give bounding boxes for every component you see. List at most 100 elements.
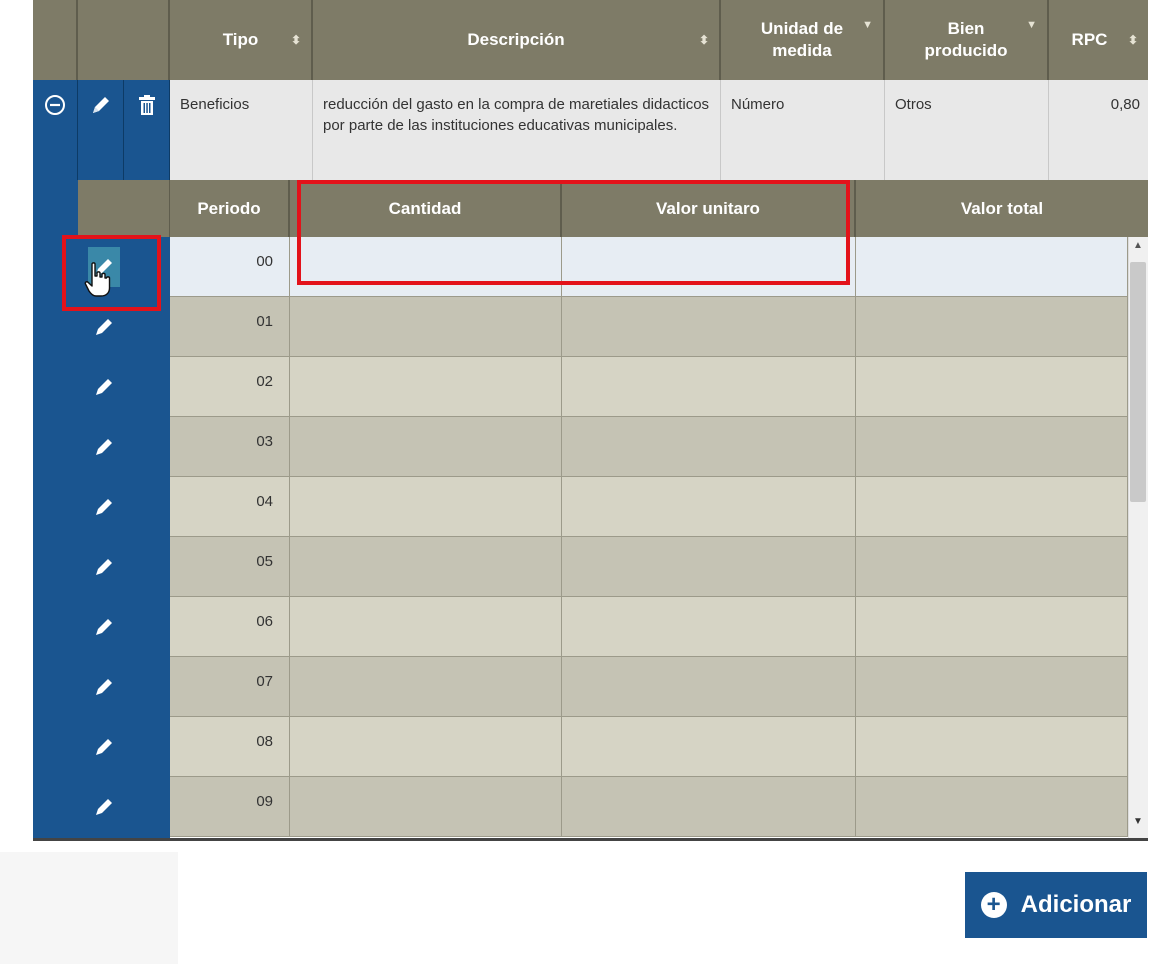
edit-period-button[interactable] xyxy=(78,357,170,417)
adicionar-button[interactable]: + Adicionar xyxy=(965,872,1147,938)
cell-cantidad[interactable] xyxy=(290,537,562,597)
sort-icon[interactable]: ⬍ xyxy=(1128,34,1138,46)
cell-cantidad[interactable] xyxy=(290,417,562,477)
edit-period-button[interactable] xyxy=(78,417,170,477)
pencil-button-wrap[interactable] xyxy=(88,727,120,767)
header-blank-2 xyxy=(78,0,170,80)
column-header-valor-total[interactable]: Valor total xyxy=(856,180,1148,237)
cell-cantidad[interactable] xyxy=(290,477,562,537)
cell-valor-total xyxy=(856,357,1128,417)
pencil-button-wrap[interactable] xyxy=(88,607,120,647)
sort-icon[interactable]: ⬍ xyxy=(699,34,709,46)
table-row[interactable]: 08 xyxy=(78,717,1128,777)
hand-cursor-icon xyxy=(84,262,111,297)
cell-periodo: 04 xyxy=(170,477,290,537)
plus-circle-icon: + xyxy=(980,892,1007,918)
cell-valor-total xyxy=(856,777,1128,837)
pencil-button-wrap[interactable] xyxy=(88,787,120,827)
cell-periodo: 05 xyxy=(170,537,290,597)
cell-valor-total xyxy=(856,657,1128,717)
table-row[interactable]: 04 xyxy=(78,477,1128,537)
cell-valor-unitario[interactable] xyxy=(562,717,856,777)
cell-cantidad[interactable] xyxy=(290,657,562,717)
cell-tipo: Beneficios xyxy=(170,80,313,180)
sort-icon[interactable]: ⬍ xyxy=(291,34,301,46)
cell-cantidad[interactable] xyxy=(290,777,562,837)
table-row[interactable]: 06 xyxy=(78,597,1128,657)
cell-descripcion: reducción del gasto en la compra de mare… xyxy=(313,80,721,180)
column-header-rpc[interactable]: RPC ⬍ xyxy=(1049,0,1148,80)
pencil-button-wrap[interactable] xyxy=(88,487,120,527)
cell-cantidad[interactable] xyxy=(290,717,562,777)
header-blank-1 xyxy=(33,0,78,80)
cell-valor-unitario[interactable] xyxy=(562,297,856,357)
table-row[interactable]: 09 xyxy=(78,777,1128,837)
pencil-icon xyxy=(96,799,112,815)
adicionar-label: Adicionar xyxy=(1020,891,1132,918)
edit-period-button[interactable] xyxy=(78,537,170,597)
column-header-bien-producido-label: Bien producido xyxy=(924,19,1008,60)
column-header-bien-producido[interactable]: Bien producido ▼ xyxy=(885,0,1049,80)
trash-icon xyxy=(138,95,155,115)
cell-valor-unitario[interactable] xyxy=(562,657,856,717)
scrollbar-thumb[interactable] xyxy=(1130,262,1146,502)
cell-valor-total xyxy=(856,717,1128,777)
cell-valor-unitario[interactable] xyxy=(562,417,856,477)
cell-periodo: 08 xyxy=(170,717,290,777)
chevron-down-icon[interactable]: ▼ xyxy=(1026,14,1037,36)
pencil-button-wrap[interactable] xyxy=(88,427,120,467)
cell-valor-unitario[interactable] xyxy=(562,777,856,837)
scroll-up-arrow-icon[interactable]: ▲ xyxy=(1128,240,1148,258)
table-row[interactable]: 01 xyxy=(78,297,1128,357)
column-header-rpc-label: RPC xyxy=(1071,30,1108,49)
edit-period-button[interactable] xyxy=(78,657,170,717)
main-table-row: Beneficios reducción del gasto en la com… xyxy=(33,80,1148,180)
table-row[interactable]: 07 xyxy=(78,657,1128,717)
pencil-icon xyxy=(92,97,109,113)
cell-cantidad[interactable] xyxy=(290,597,562,657)
column-header-descripcion[interactable]: Descripción ⬍ xyxy=(313,0,721,80)
pencil-button-wrap[interactable] xyxy=(88,367,120,407)
chevron-down-icon[interactable]: ▼ xyxy=(862,14,873,36)
edit-row-button[interactable] xyxy=(78,80,124,180)
pencil-icon xyxy=(96,319,112,335)
edit-period-button[interactable] xyxy=(78,717,170,777)
column-header-descripcion-label: Descripción xyxy=(467,30,565,49)
delete-row-button[interactable] xyxy=(124,80,170,180)
cell-cantidad[interactable] xyxy=(290,357,562,417)
pencil-icon xyxy=(96,559,112,575)
pencil-button-wrap[interactable] xyxy=(88,667,120,707)
column-header-unidad-medida[interactable]: Unidad de medida ▼ xyxy=(721,0,885,80)
cell-periodo: 07 xyxy=(170,657,290,717)
cell-valor-total xyxy=(856,237,1128,297)
column-header-tipo[interactable]: Tipo ⬍ xyxy=(170,0,313,80)
cell-valor-total xyxy=(856,417,1128,477)
cell-valor-unitario[interactable] xyxy=(562,357,856,417)
edit-period-button[interactable] xyxy=(78,477,170,537)
table-row[interactable]: 03 xyxy=(78,417,1128,477)
edit-period-button[interactable] xyxy=(78,777,170,837)
pencil-icon xyxy=(96,499,112,515)
table-row[interactable]: 02 xyxy=(78,357,1128,417)
pencil-button-wrap[interactable] xyxy=(88,307,120,347)
cell-valor-total xyxy=(856,537,1128,597)
minus-circle-icon xyxy=(45,95,65,115)
cell-valor-unitario[interactable] xyxy=(562,537,856,597)
cell-cantidad[interactable] xyxy=(290,297,562,357)
table-row[interactable]: 05 xyxy=(78,537,1128,597)
bottom-left-panel xyxy=(0,852,178,964)
cell-valor-unitario[interactable] xyxy=(562,597,856,657)
cell-periodo: 03 xyxy=(170,417,290,477)
column-header-unidad-medida-label: Unidad de medida xyxy=(760,19,844,60)
edit-period-button[interactable] xyxy=(78,597,170,657)
scroll-down-arrow-icon[interactable]: ▼ xyxy=(1128,816,1148,834)
main-table-header: Tipo ⬍ Descripción ⬍ Unidad de medida ▼ … xyxy=(33,0,1148,80)
cell-bien-producido: Otros xyxy=(885,80,1049,180)
pencil-icon xyxy=(96,739,112,755)
cell-valor-unitario[interactable] xyxy=(562,477,856,537)
collapse-button[interactable] xyxy=(33,80,78,180)
pencil-button-wrap[interactable] xyxy=(88,547,120,587)
column-header-periodo[interactable]: Periodo xyxy=(170,180,290,237)
highlight-box-columns xyxy=(297,180,850,285)
pencil-icon xyxy=(96,679,112,695)
